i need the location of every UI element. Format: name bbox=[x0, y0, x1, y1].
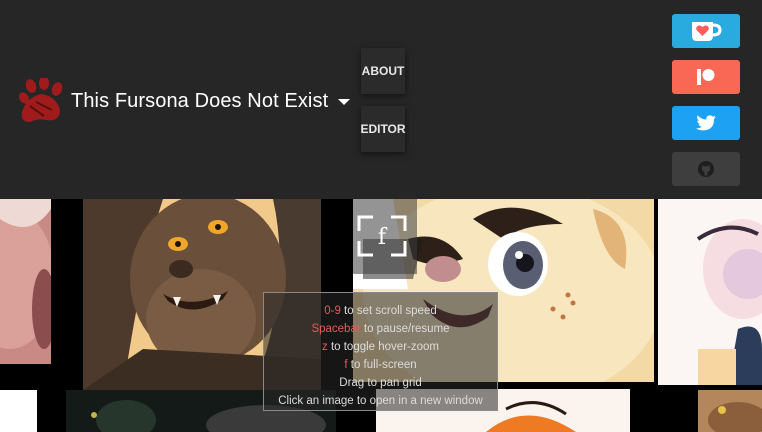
chevron-down-icon bbox=[338, 99, 351, 105]
github-icon bbox=[698, 161, 714, 177]
help-text: to toggle hover-zoom bbox=[327, 341, 439, 353]
help-text: Drag to pan grid bbox=[339, 377, 422, 389]
editor-button[interactable]: EDITOR bbox=[360, 106, 406, 152]
help-line: z to toggle hover-zoom bbox=[264, 338, 497, 356]
help-key: 0-9 bbox=[324, 305, 341, 317]
help-text: to full-screen bbox=[347, 359, 417, 371]
site-brand-dropdown[interactable]: This Fursona Does Not Exist bbox=[16, 78, 351, 124]
about-button[interactable]: ABOUT bbox=[361, 48, 405, 94]
keyboard-help-panel: 0-9 to set scroll speed Spacebar to paus… bbox=[263, 292, 498, 411]
fullscreen-key-glyph: f bbox=[378, 225, 388, 250]
patreon-button[interactable] bbox=[672, 60, 740, 94]
fullscreen-icon: f bbox=[357, 215, 407, 257]
help-line: Click an image to open in a new window bbox=[264, 392, 497, 410]
help-key: Spacebar bbox=[311, 323, 361, 335]
help-line: Spacebar to pause/resume bbox=[264, 320, 497, 338]
kofi-cup-icon bbox=[692, 22, 722, 41]
help-line: 0-9 to set scroll speed bbox=[264, 302, 497, 320]
twitter-button[interactable] bbox=[672, 106, 740, 140]
site-header: This Fursona Does Not Exist ABOUT EDITOR bbox=[0, 0, 762, 199]
patreon-icon bbox=[697, 69, 715, 85]
fursona-image-tile-pink[interactable] bbox=[0, 199, 51, 364]
fullscreen-toggle[interactable]: f bbox=[353, 199, 417, 274]
fursona-image-tile-blank[interactable] bbox=[0, 390, 37, 432]
kofi-button[interactable] bbox=[672, 14, 740, 48]
help-text: to set scroll speed bbox=[340, 305, 437, 317]
github-button[interactable] bbox=[672, 152, 740, 186]
help-text: Click an image to open in a new window bbox=[278, 395, 483, 407]
help-text: to pause/resume bbox=[360, 323, 450, 335]
twitter-bird-icon bbox=[696, 114, 716, 130]
fursona-image-tile-white-pink[interactable] bbox=[658, 199, 762, 385]
help-line: Drag to pan grid bbox=[264, 374, 497, 392]
paw-logo-icon bbox=[18, 78, 63, 122]
site-title: This Fursona Does Not Exist bbox=[71, 89, 329, 112]
fursona-image-tile-tan[interactable] bbox=[698, 390, 762, 432]
help-line: f to full-screen bbox=[264, 356, 497, 374]
